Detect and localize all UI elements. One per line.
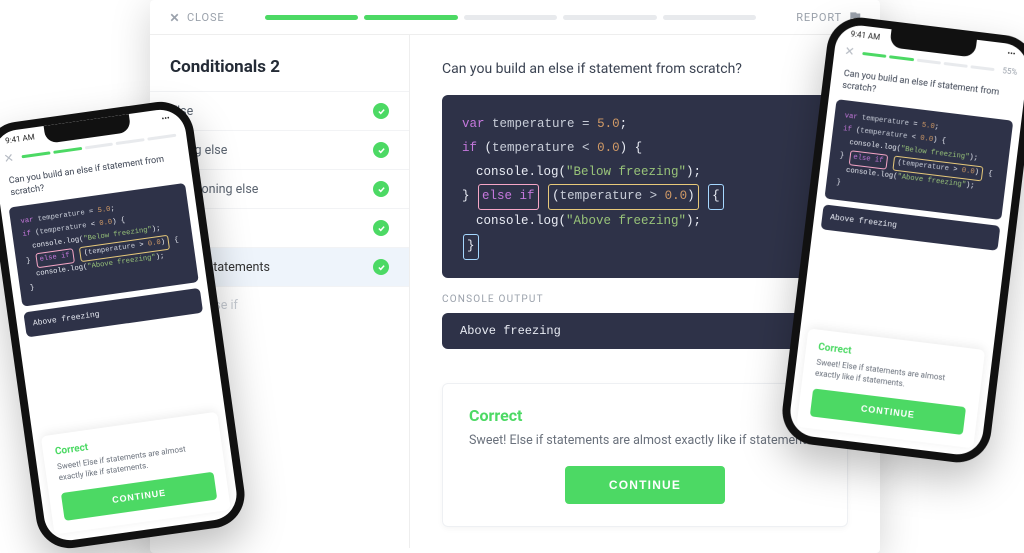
app-header: CLOSE REPORT [150,0,880,35]
close-label: CLOSE [187,11,225,24]
continue-button[interactable]: CONTINUE [565,466,725,504]
check-icon [373,259,389,275]
mobile-close-icon[interactable]: ✕ [3,151,15,166]
close-icon [168,11,181,24]
mobile-continue-button[interactable]: CONTINUE [810,388,966,435]
report-label: REPORT [796,11,842,24]
code-line: console.log("Below freezing"); [462,161,828,185]
close-button[interactable]: CLOSE [168,11,225,24]
progress-segment [265,15,359,20]
fill-blank[interactable]: (temperature > 0.0) [548,184,699,210]
mobile-result-card: Correct Sweet! Else if statements are al… [41,411,231,534]
result-title: Correct [469,406,821,425]
code-line: if (temperature < 0.0) { [462,137,828,161]
progress-segment [364,15,458,20]
mobile-result-card: Correct Sweet! Else if statements are al… [796,328,985,448]
code-line: } else if (temperature > 0.0) { [462,184,828,210]
question-text: Can you build an else if statement from … [442,61,848,77]
desktop-app-window: CLOSE REPORT Conditionals 2 Else Using e… [150,0,880,553]
result-message: Sweet! Else if statements are almost exa… [469,433,821,448]
phone-screen: 9:41 AM••• ✕ 55% Can you build an else i… [787,23,1024,458]
check-icon [373,220,389,236]
fill-blank[interactable]: else if [478,184,539,210]
progress-segment [563,15,657,20]
console-output: Above freezing [442,313,848,349]
mobile-close-icon[interactable]: ✕ [844,44,856,59]
progress-bar [265,15,757,20]
lesson-title: Conditionals 2 [150,57,409,91]
mobile-progress-pct: 55% [1002,66,1018,77]
mobile-code[interactable]: var temperature = 5.0; if (temperature <… [824,99,1013,220]
fill-blank[interactable]: { [708,184,724,210]
code-line: console.log("Above freezing"); [462,210,828,234]
progress-segment [663,15,757,20]
fill-blank[interactable]: } [463,234,479,260]
code-editor[interactable]: var temperature = 5.0; if (temperature <… [442,95,848,278]
check-icon [373,142,389,158]
check-icon [373,181,389,197]
code-line: } [462,234,828,260]
app-body: Conditionals 2 Else Using else Positioni… [150,35,880,548]
progress-segment [464,15,558,20]
code-line: var temperature = 5.0; [462,113,828,137]
console-label: CONSOLE OUTPUT [442,294,848,305]
check-icon [373,103,389,119]
